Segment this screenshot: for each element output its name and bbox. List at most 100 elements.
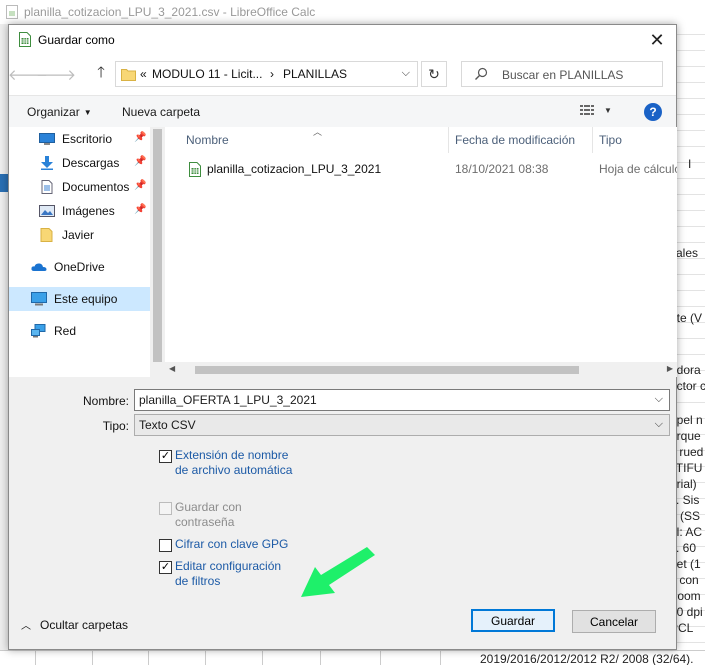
command-bar: Organizar ▼ Nueva carpeta ▼ ? xyxy=(9,95,676,127)
close-icon[interactable]: ✕ xyxy=(646,29,668,51)
nav-item-label: Javier xyxy=(62,228,95,242)
column-header-type[interactable]: Tipo xyxy=(593,127,677,153)
folder-icon xyxy=(121,68,136,84)
pin-icon: 📌 xyxy=(134,180,147,191)
pin-icon: 📌 xyxy=(134,204,147,215)
file-name-input[interactable]: planilla_OFERTA 1_LPU_3_2021 ⌵ xyxy=(134,389,670,411)
nav-item-javier[interactable]: Javier xyxy=(9,223,157,247)
file-name-label: Nombre: xyxy=(82,394,129,408)
organize-menu[interactable]: Organizar ▼ xyxy=(27,105,92,119)
nav-item-imagenes[interactable]: Imágenes 📌 xyxy=(9,199,157,223)
documents-icon xyxy=(39,180,55,194)
downloads-icon xyxy=(39,156,55,170)
navigation-pane: Escritorio 📌 Descargas 📌 Documentos 📌 Im… xyxy=(9,127,165,377)
nav-item-label: Este equipo xyxy=(54,292,118,306)
nav-item-escritorio[interactable]: Escritorio 📌 xyxy=(9,127,157,151)
nav-item-este-equipo[interactable]: Este equipo xyxy=(9,287,150,311)
up-arrow-icon[interactable]: 🡑 xyxy=(90,63,112,85)
new-folder-button[interactable]: Nueva carpeta xyxy=(122,105,200,119)
hide-folders-label: Ocultar carpetas xyxy=(40,617,129,632)
column-header-date[interactable]: Fecha de modificación xyxy=(449,127,593,153)
breadcrumb-separator[interactable]: › xyxy=(270,67,274,81)
background-cell-fragment: I xyxy=(688,157,692,171)
chevron-down-icon[interactable]: ⌵ xyxy=(655,418,663,431)
file-type-value: Texto CSV xyxy=(139,418,196,432)
gpg-label[interactable]: Cifrar con clave GPG xyxy=(175,537,288,552)
breadcrumb-item[interactable]: MODULO 11 - Licit... xyxy=(152,67,262,81)
file-row[interactable]: planilla_cotizacion_LPU_3_2021 18/10/202… xyxy=(165,157,677,181)
chevron-up-icon: ︿ xyxy=(21,621,31,632)
nav-item-documentos[interactable]: Documentos 📌 xyxy=(9,175,157,199)
address-bar[interactable]: « MODULO 11 - Licit... › PLANILLAS ⌵ xyxy=(115,61,418,87)
nav-item-red[interactable]: Red xyxy=(9,319,149,343)
nav-item-onedrive[interactable]: OneDrive xyxy=(9,255,149,279)
pictures-icon xyxy=(39,204,55,218)
refresh-icon[interactable]: ↻ xyxy=(421,61,447,87)
nav-item-label: Escritorio xyxy=(62,132,113,146)
chevron-down-icon[interactable]: ⌵ xyxy=(402,67,410,80)
search-placeholder: Buscar en PLANILLAS xyxy=(502,68,624,82)
scroll-right-icon[interactable]: ▶ xyxy=(667,364,673,373)
file-date: 18/10/2021 08:38 xyxy=(455,162,549,176)
scrollbar-thumb[interactable] xyxy=(195,366,579,374)
background-bottom-row: 2019/2016/2012/2012 R2/ 2008 (32/64). xyxy=(0,650,705,665)
nav-item-label: Red xyxy=(54,324,77,338)
spreadsheet-icon xyxy=(19,32,31,50)
auto-extension-label[interactable]: de archivo automática xyxy=(175,463,292,478)
calc-app-icon xyxy=(6,5,18,19)
scroll-left-icon[interactable]: ◀ xyxy=(169,364,175,373)
background-title-bar: planilla_cotizacion_LPU_3_2021.csv - Lib… xyxy=(0,0,705,24)
nav-item-label: Descargas xyxy=(62,156,120,170)
annotation-arrow-icon xyxy=(301,547,375,597)
scrollbar-thumb[interactable] xyxy=(153,129,162,362)
nav-item-label: Documentos xyxy=(62,180,130,194)
filter-settings-label[interactable]: Editar configuración xyxy=(175,559,281,574)
filter-settings-checkbox[interactable]: ✓ xyxy=(159,561,172,574)
hide-folders-toggle[interactable]: ︿ Ocultar carpetas xyxy=(21,617,129,633)
pin-icon: 📌 xyxy=(134,132,147,143)
folder-icon xyxy=(39,228,55,242)
background-cell-text: 2019/2016/2012/2012 R2/ 2008 (32/64). xyxy=(480,652,694,665)
file-type-label: Tipo: xyxy=(102,419,129,433)
forward-arrow-icon[interactable]: 🡒 xyxy=(36,63,76,85)
caret-down-icon: ▼ xyxy=(604,105,612,115)
breadcrumb-item[interactable]: PLANILLAS xyxy=(283,67,347,81)
column-header-name[interactable]: Nombre xyxy=(180,127,449,153)
organize-label: Organizar xyxy=(27,105,80,119)
caret-down-icon: ▼ xyxy=(83,108,92,117)
search-input[interactable]: Buscar en PLANILLAS xyxy=(461,61,663,87)
help-icon[interactable]: ? xyxy=(644,103,662,121)
password-label: contraseña xyxy=(175,515,235,529)
save-button[interactable]: Guardar xyxy=(471,609,555,632)
password-checkbox xyxy=(159,502,172,515)
dialog-title: Guardar como xyxy=(38,33,115,47)
cancel-button[interactable]: Cancelar xyxy=(572,610,656,633)
file-list: ︿ Nombre Fecha de modificación Tipo plan… xyxy=(165,127,677,377)
save-as-dialog: Guardar como ✕ 🡐 🡒 🡑 « MODULO 11 - Licit… xyxy=(8,24,677,650)
filter-settings-label[interactable]: de filtros xyxy=(175,574,220,589)
dialog-title-bar: Guardar como ✕ xyxy=(9,25,676,55)
background-window-title: planilla_cotizacion_LPU_3_2021.csv - Lib… xyxy=(24,5,316,19)
nav-item-label: Imágenes xyxy=(62,204,115,218)
file-name: planilla_cotizacion_LPU_3_2021 xyxy=(207,162,382,176)
view-list-icon xyxy=(580,105,594,115)
nav-pane-scrollbar[interactable] xyxy=(150,127,165,377)
auto-extension-label[interactable]: Extensión de nombre xyxy=(175,448,288,463)
file-list-horizontal-scrollbar[interactable]: ◀ ▶ xyxy=(165,362,677,377)
address-row: 🡐 🡒 🡑 « MODULO 11 - Licit... › PLANILLAS… xyxy=(8,55,676,95)
view-options-button[interactable]: ▼ xyxy=(580,104,612,116)
pin-icon: 📌 xyxy=(134,156,147,167)
nav-item-label: OneDrive xyxy=(54,260,105,274)
nav-item-descargas[interactable]: Descargas 📌 xyxy=(9,151,157,175)
auto-extension-checkbox[interactable]: ✓ xyxy=(159,450,172,463)
gpg-checkbox[interactable] xyxy=(159,539,172,552)
onedrive-icon xyxy=(31,260,47,274)
chevron-down-icon[interactable]: ⌵ xyxy=(655,393,663,406)
password-label: Guardar con xyxy=(175,500,242,514)
desktop-icon xyxy=(39,132,55,146)
file-type: Hoja de cálculo xyxy=(599,162,677,176)
breadcrumb-overflow[interactable]: « xyxy=(140,67,147,81)
network-icon xyxy=(31,324,47,338)
search-icon xyxy=(474,67,488,84)
file-type-select[interactable]: Texto CSV ⌵ xyxy=(134,414,670,436)
